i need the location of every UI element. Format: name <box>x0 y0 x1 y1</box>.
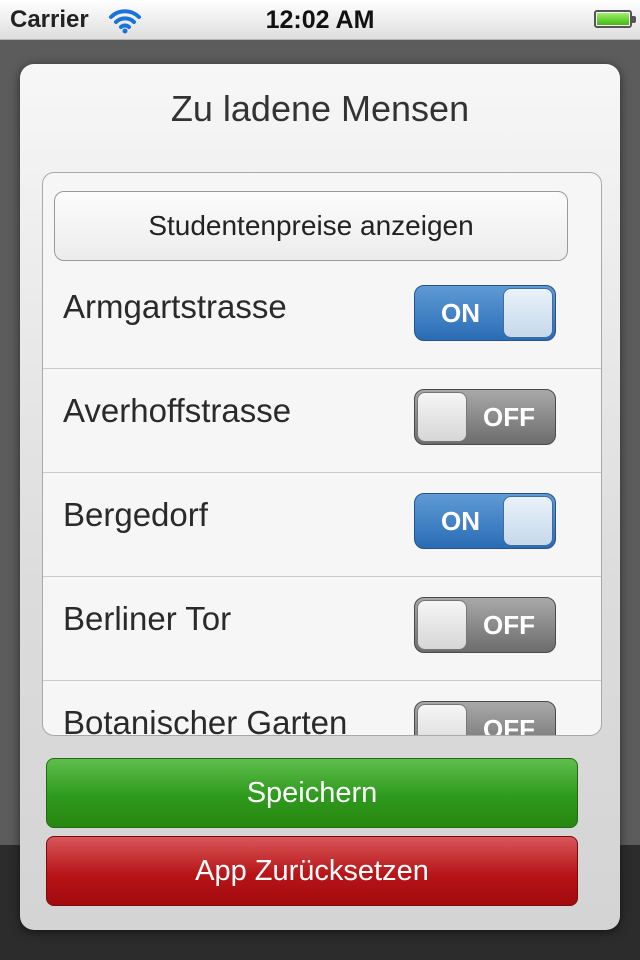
status-time: 12:02 AM <box>265 6 375 34</box>
battery-icon <box>594 10 636 28</box>
toggle-state: OFF <box>483 610 535 640</box>
mensa-row-berliner-tor: Berliner Tor OFF <box>43 577 601 681</box>
toggle-averhoffstrasse[interactable]: OFF <box>414 389 556 445</box>
mensa-row-armgartstrasse: Armgartstrasse ON <box>43 265 601 369</box>
toggle-berliner-tor[interactable]: OFF <box>414 597 556 653</box>
mensa-row-botanischer-garten: Botanischer Garten OFF <box>43 681 601 736</box>
toggle-knob <box>503 288 553 338</box>
toggle-state: OFF <box>483 714 535 736</box>
toggle-state: ON <box>441 298 480 328</box>
toggle-armgartstrasse[interactable]: ON <box>414 285 556 341</box>
toggle-knob <box>417 600 467 650</box>
toggle-bergedorf[interactable]: ON <box>414 493 556 549</box>
save-button[interactable]: Speichern <box>46 758 578 828</box>
mensa-row-bergedorf: Bergedorf ON <box>43 473 601 577</box>
toggle-botanischer-garten[interactable]: OFF <box>414 701 556 736</box>
dialog-title: Zu ladene Mensen <box>170 88 470 129</box>
reset-app-button[interactable]: App Zurücksetzen <box>46 836 578 906</box>
toggle-state: ON <box>441 506 480 536</box>
toggle-state: OFF <box>483 402 535 432</box>
mensa-name: Bergedorf <box>63 496 208 533</box>
mensa-name: Botanischer Garten <box>63 704 348 736</box>
toggle-knob <box>503 496 553 546</box>
mensa-name: Averhoffstrasse <box>63 392 292 429</box>
toggle-knob <box>417 704 467 735</box>
toggle-knob <box>417 392 467 442</box>
mensa-row-averhoffstrasse: Averhoffstrasse OFF <box>43 369 601 473</box>
student-prices-button[interactable]: Studentenpreise anzeigen <box>54 191 568 261</box>
mensa-list[interactable]: Studentenpreise anzeigen Armgartstrasse … <box>42 172 602 736</box>
mensa-name: Berliner Tor <box>63 600 232 637</box>
mensa-selection-dialog: Zu ladene Mensen Studentenpreise anzeige… <box>20 64 620 930</box>
status-bar: Carrier 12:02 AM <box>0 0 640 40</box>
mensa-name: Armgartstrasse <box>63 288 287 325</box>
